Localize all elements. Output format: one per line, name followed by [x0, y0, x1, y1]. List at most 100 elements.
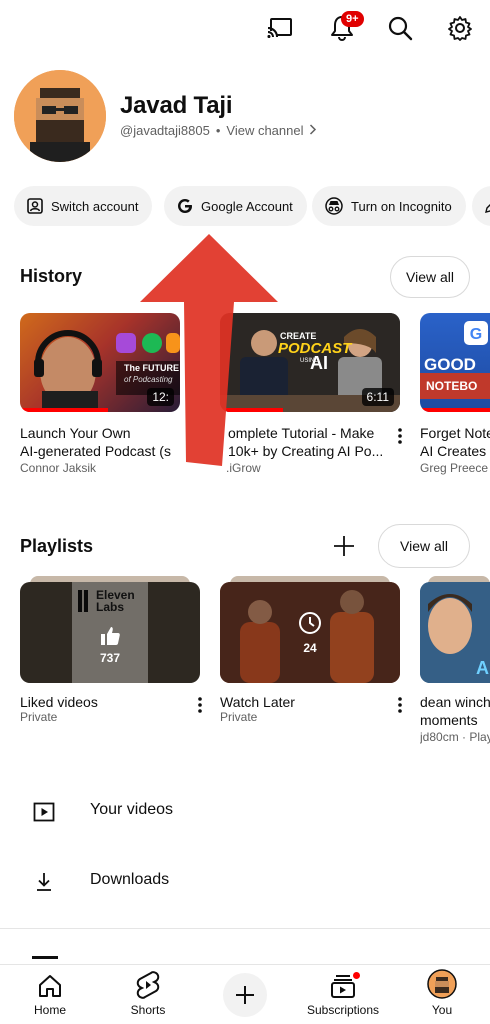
history-video-title[interactable]: AI Creates [420, 442, 490, 460]
history-thumbnail[interactable]: The FUTURE of Podcasting 12: [20, 313, 180, 412]
playlist-count: 737 [99, 650, 121, 665]
thumbs-up-icon [101, 626, 120, 645]
view-channel-link[interactable]: View channel [226, 123, 303, 138]
playlist-privacy: Private [220, 710, 258, 724]
pencil-icon [485, 204, 490, 213]
nav-shorts[interactable]: Shorts [118, 965, 178, 1024]
more-vert-icon[interactable] [192, 695, 208, 715]
downloads-item[interactable]: Downloads [0, 854, 490, 910]
create-plus-icon [223, 973, 267, 1017]
nav-create[interactable] [220, 965, 270, 1024]
downloads-label: Downloads [90, 871, 170, 888]
playlist-count: 24 [303, 640, 317, 655]
new-content-dot [352, 971, 361, 980]
bottom-navigation: Home Shorts Subscriptions You [0, 964, 490, 1024]
playlists-title: Playlists [20, 536, 94, 556]
home-icon [37, 965, 63, 999]
nav-home-label: Home [33, 1003, 66, 1017]
google-account-chip[interactable]: Google Account [164, 186, 307, 226]
history-video-channel: Connor Jaksik [20, 461, 97, 475]
thumbnail-text: GOOD [424, 355, 476, 374]
add-playlist-icon[interactable] [330, 532, 358, 560]
separator-dot: • [215, 123, 221, 138]
watch-progress-bar [420, 408, 490, 412]
history-video-channel: Greg Preece [420, 461, 489, 475]
playlist-thumbnail[interactable]: Eleven Labs 737 [20, 582, 200, 683]
more-vert-icon[interactable] [392, 426, 408, 446]
your-videos-item[interactable]: Your videos [0, 784, 490, 840]
nav-home[interactable]: Home [22, 965, 78, 1024]
history-video-title[interactable]: 10k+ by Creating AI Po... [228, 442, 384, 460]
history-video-title[interactable]: AI-generated Podcast (s [20, 442, 180, 460]
nav-you[interactable]: You [420, 965, 464, 1024]
play-square-icon [30, 800, 58, 824]
gear-icon[interactable] [440, 8, 480, 48]
subscriptions-icon [329, 965, 361, 999]
your-videos-label: Your videos [90, 801, 174, 818]
channel-handle: @javadtaji8805 [120, 123, 210, 138]
switch-account-icon [27, 198, 43, 214]
watch-progress-bar [20, 408, 108, 412]
playlist-meta: Play [469, 730, 490, 744]
nav-subscriptions-label: Subscriptions [306, 1003, 380, 1017]
playlist-title[interactable]: Liked videos [20, 693, 180, 711]
search-icon[interactable] [380, 8, 420, 48]
playlist-title[interactable]: moments [420, 711, 490, 729]
history-thumbnail[interactable]: G GOOD NOTEBO [420, 313, 490, 412]
thumbnail-text: AI [310, 353, 328, 373]
more-chip[interactable] [472, 186, 490, 226]
playlists-view-all-button[interactable]: View all [378, 524, 470, 568]
incognito-chip[interactable]: Turn on Incognito [312, 186, 466, 226]
switch-account-chip[interactable]: Switch account [14, 186, 153, 226]
account-chips-row: Switch account Google Account Turn on In… [14, 186, 490, 226]
playlist-channel: jd80cm · Play [420, 730, 490, 744]
svg-text:G: G [470, 326, 482, 343]
duration-badge: 12: [147, 388, 174, 406]
avatar [427, 965, 457, 999]
nav-subscriptions[interactable]: Subscriptions [298, 965, 388, 1024]
incognito-label: Turn on Incognito [351, 198, 452, 214]
watch-progress-bar [220, 408, 283, 412]
thumbnail-text: of Podcasting [124, 375, 173, 384]
notifications-button[interactable]: 9+ [322, 8, 364, 48]
playlist-channel-name: jd80cm [420, 730, 459, 744]
profile-header: Javad Taji @javadtaji8805 • View channel [14, 70, 474, 162]
google-account-label: Google Account [201, 198, 293, 214]
top-bar: 9+ [0, 0, 490, 56]
svg-text:A: A [476, 658, 489, 678]
playlist-title[interactable]: Watch Later [220, 693, 380, 711]
playlist-title[interactable]: dean winch [420, 693, 490, 711]
history-video-title[interactable]: Launch Your Own [20, 424, 180, 442]
google-icon [178, 199, 192, 213]
playlist-overlay: 24 [220, 582, 400, 683]
history-video-title[interactable]: omplete Tutorial - Make [228, 424, 384, 442]
playlist-thumbnail[interactable]: A [420, 582, 490, 683]
history-title: History [20, 266, 83, 286]
chevron-right-icon [309, 123, 317, 138]
partial-menu-icon [32, 956, 58, 959]
thumbnail-text: NOTEBO [426, 379, 478, 393]
playlist-privacy: Private [20, 710, 58, 724]
thumbnail-text: The FUTURE [124, 363, 179, 373]
divider [0, 928, 490, 929]
download-icon [30, 870, 58, 894]
history-view-all-button[interactable]: View all [390, 256, 470, 298]
switch-account-label: Switch account [51, 198, 139, 214]
duration-badge: 6:11 [361, 388, 394, 406]
cast-icon[interactable] [260, 8, 300, 48]
avatar[interactable] [14, 70, 106, 162]
channel-subline: @javadtaji8805 • View channel [120, 123, 317, 138]
history-video-title[interactable]: Forget Note [420, 424, 490, 442]
playlist-thumbnail[interactable]: 24 [220, 582, 400, 683]
shorts-icon [136, 965, 160, 999]
more-vert-icon[interactable] [392, 695, 408, 715]
incognito-icon [325, 197, 343, 215]
clock-icon [299, 611, 321, 634]
history-thumbnail[interactable]: CREATE PODCAST USING AI 6:11 [220, 313, 400, 412]
notification-badge: 9+ [341, 11, 364, 27]
history-video-channel: .iGrow [226, 461, 261, 475]
channel-name: Javad Taji [120, 92, 233, 119]
nav-shorts-label: Shorts [130, 1003, 166, 1017]
playlist-overlay: 737 [20, 606, 200, 683]
nav-you-label: You [431, 1003, 453, 1017]
